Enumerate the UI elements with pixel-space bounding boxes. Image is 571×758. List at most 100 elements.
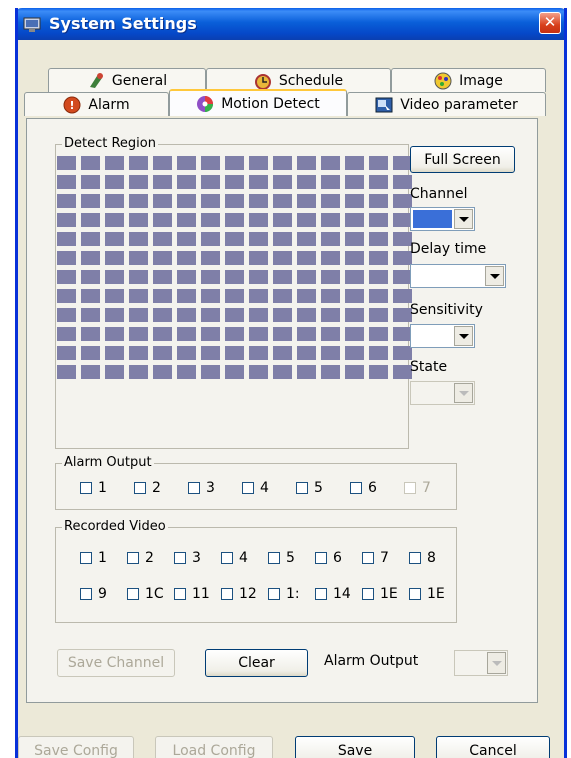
detect-region-cell[interactable] <box>273 194 292 208</box>
title-bar[interactable]: System Settings ✕ <box>18 8 564 40</box>
detect-region-cell[interactable] <box>321 251 340 265</box>
checkbox-item[interactable]: 11 <box>174 586 210 602</box>
channel-select[interactable] <box>410 207 475 231</box>
checkbox[interactable] <box>174 588 186 600</box>
checkbox[interactable] <box>221 588 233 600</box>
checkbox[interactable] <box>268 552 280 564</box>
detect-region-cell[interactable] <box>129 194 148 208</box>
detect-region-cell[interactable] <box>177 232 196 246</box>
detect-region-cell[interactable] <box>129 327 148 341</box>
detect-region-cell[interactable] <box>225 213 244 227</box>
detect-region-cell[interactable] <box>369 289 388 303</box>
detect-region-cell[interactable] <box>81 232 100 246</box>
detect-region-cell[interactable] <box>369 232 388 246</box>
detect-region-cell[interactable] <box>153 308 172 322</box>
detect-region-cell[interactable] <box>321 175 340 189</box>
detect-region-cell[interactable] <box>57 232 76 246</box>
checkbox-item[interactable]: 2 <box>134 480 161 496</box>
detect-region-cell[interactable] <box>129 156 148 170</box>
checkbox-item[interactable]: 6 <box>315 550 342 566</box>
detect-region-cell[interactable] <box>57 156 76 170</box>
detect-region-cell[interactable] <box>297 194 316 208</box>
chevron-down-icon[interactable] <box>454 383 473 403</box>
checkbox-item[interactable]: 7 <box>404 480 431 496</box>
detect-region-cell[interactable] <box>105 156 124 170</box>
full-screen-button[interactable]: Full Screen <box>410 146 515 173</box>
save-config-button[interactable]: Save Config <box>18 736 134 758</box>
chevron-down-icon[interactable] <box>485 266 504 286</box>
detect-region-cell[interactable] <box>225 194 244 208</box>
detect-region-cell[interactable] <box>177 194 196 208</box>
checkbox-item[interactable]: 1E <box>409 586 445 602</box>
checkbox[interactable] <box>127 552 139 564</box>
checkbox-item[interactable]: 6 <box>350 480 377 496</box>
load-config-button[interactable]: Load Config <box>155 736 273 758</box>
detect-region-cell[interactable] <box>225 289 244 303</box>
detect-region-cell[interactable] <box>57 308 76 322</box>
detect-region-cell[interactable] <box>225 308 244 322</box>
detect-region-cell[interactable] <box>297 308 316 322</box>
detect-region-cell[interactable] <box>153 156 172 170</box>
detect-region-cell[interactable] <box>201 327 220 341</box>
detect-region-cell[interactable] <box>249 213 268 227</box>
detect-region-cell[interactable] <box>225 327 244 341</box>
detect-region-cell[interactable] <box>153 213 172 227</box>
detect-region-cell[interactable] <box>297 327 316 341</box>
tab-alarm[interactable]: ! Alarm <box>24 92 169 116</box>
checkbox[interactable] <box>296 482 308 494</box>
detect-region-cell[interactable] <box>201 289 220 303</box>
detect-region-cell[interactable] <box>153 175 172 189</box>
detect-region-cell[interactable] <box>393 289 412 303</box>
detect-region-cell[interactable] <box>249 156 268 170</box>
detect-region-grid[interactable] <box>57 156 412 379</box>
detect-region-cell[interactable] <box>129 213 148 227</box>
detect-region-cell[interactable] <box>345 213 364 227</box>
detect-region-cell[interactable] <box>201 346 220 360</box>
detect-region-cell[interactable] <box>321 327 340 341</box>
detect-region-cell[interactable] <box>369 365 388 379</box>
detect-region-cell[interactable] <box>57 251 76 265</box>
checkbox-item[interactable]: 3 <box>174 550 201 566</box>
checkbox[interactable] <box>80 482 92 494</box>
checkbox-item[interactable]: 8 <box>409 550 436 566</box>
detect-region-cell[interactable] <box>249 175 268 189</box>
detect-region-cell[interactable] <box>345 156 364 170</box>
detect-region-cell[interactable] <box>369 308 388 322</box>
detect-region-cell[interactable] <box>345 346 364 360</box>
detect-region-cell[interactable] <box>201 194 220 208</box>
detect-region-cell[interactable] <box>225 365 244 379</box>
detect-region-cell[interactable] <box>345 365 364 379</box>
detect-region-cell[interactable] <box>129 346 148 360</box>
checkbox-item[interactable]: 12 <box>221 586 257 602</box>
checkbox[interactable] <box>409 552 421 564</box>
detect-region-cell[interactable] <box>297 365 316 379</box>
detect-region-cell[interactable] <box>105 270 124 284</box>
detect-region-cell[interactable] <box>225 346 244 360</box>
detect-region-cell[interactable] <box>297 156 316 170</box>
checkbox-item[interactable]: 5 <box>268 550 295 566</box>
checkbox-item[interactable]: 1E <box>362 586 398 602</box>
checkbox-item[interactable]: 14 <box>315 586 351 602</box>
detect-region-cell[interactable] <box>321 289 340 303</box>
detect-region-cell[interactable] <box>81 308 100 322</box>
detect-region-cell[interactable] <box>345 251 364 265</box>
checkbox-item[interactable]: 9 <box>80 586 107 602</box>
detect-region-cell[interactable] <box>249 346 268 360</box>
detect-region-cell[interactable] <box>57 194 76 208</box>
detect-region-cell[interactable] <box>177 365 196 379</box>
detect-region-cell[interactable] <box>153 365 172 379</box>
detect-region-cell[interactable] <box>81 327 100 341</box>
detect-region-cell[interactable] <box>249 194 268 208</box>
detect-region-cell[interactable] <box>201 270 220 284</box>
detect-region-cell[interactable] <box>105 175 124 189</box>
detect-region-cell[interactable] <box>177 327 196 341</box>
checkbox[interactable] <box>409 588 421 600</box>
detect-region-cell[interactable] <box>153 270 172 284</box>
detect-region-cell[interactable] <box>225 251 244 265</box>
detect-region-cell[interactable] <box>129 289 148 303</box>
detect-region-cell[interactable] <box>249 327 268 341</box>
detect-region-cell[interactable] <box>201 175 220 189</box>
detect-region-cell[interactable] <box>105 327 124 341</box>
detect-region-cell[interactable] <box>81 156 100 170</box>
checkbox-item[interactable]: 4 <box>221 550 248 566</box>
